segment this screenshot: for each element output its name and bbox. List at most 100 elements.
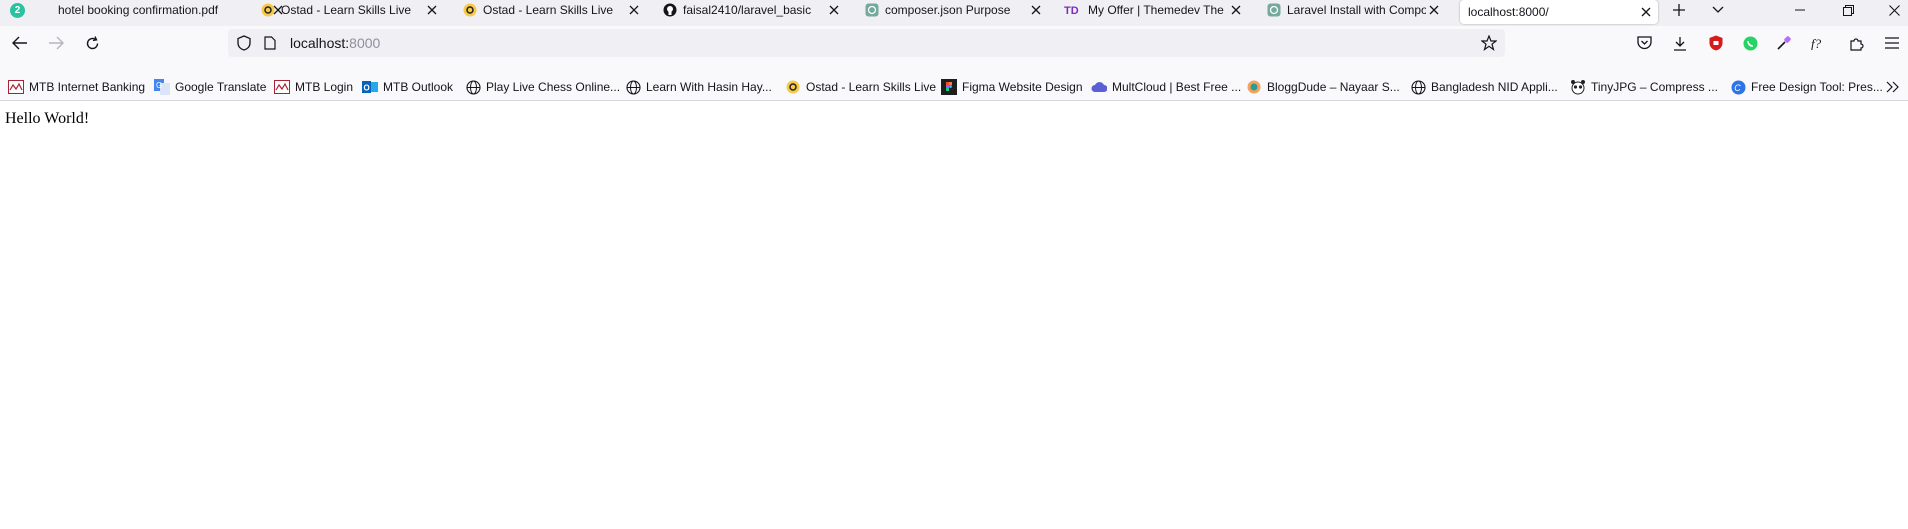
bookmark-bangladesh-nid[interactable]: Bangladesh NID Appli...	[1410, 78, 1558, 96]
globe-icon	[625, 79, 641, 95]
tab-title: Laravel Install with Compo	[1287, 3, 1426, 17]
tab-title: faisal2410/laravel_basic	[683, 3, 812, 17]
globe-icon	[1410, 79, 1426, 95]
hello-text: Hello World!	[5, 110, 90, 127]
tab-themedev[interactable]: TD My Offer | Themedev The B	[1064, 0, 1244, 20]
close-icon[interactable]	[1638, 4, 1654, 20]
bookmark-play-live-chess[interactable]: Play Live Chess Online...	[465, 78, 620, 96]
canva-icon: C	[1730, 79, 1746, 95]
url-host: localhost:	[290, 35, 350, 51]
font-finder-icon[interactable]: f?	[1806, 30, 1834, 56]
tab-ostad-2[interactable]: Ostad - Learn Skills Live	[462, 0, 642, 20]
bookmark-mtb-internet-banking[interactable]: MTB Internet Banking	[8, 78, 145, 96]
navigation-toolbar: localhost: 8000 f?	[0, 26, 1908, 60]
minimize-button[interactable]	[1788, 0, 1812, 20]
close-icon[interactable]	[626, 2, 642, 18]
bookmark-multcloud[interactable]: MultCloud | Best Free ...	[1091, 78, 1241, 96]
bookmark-mtb-outlook[interactable]: O MTB Outlook	[362, 78, 453, 96]
svg-text:O: O	[364, 84, 370, 93]
svg-text:TD: TD	[1064, 5, 1079, 17]
chatgpt-icon	[864, 3, 879, 18]
tab-github[interactable]: faisal2410/laravel_basic	[662, 0, 842, 20]
list-all-tabs-button[interactable]	[1706, 0, 1730, 20]
tab-strip: 2 hotel booking confirmation.pdf Ostad -…	[0, 0, 1908, 26]
whatsapp-icon[interactable]	[1736, 30, 1764, 56]
menu-icon[interactable]	[1878, 30, 1906, 56]
close-icon[interactable]	[826, 2, 842, 18]
bookmark-label: Play Live Chess Online...	[486, 80, 621, 94]
shield-extension-icon[interactable]	[1702, 30, 1730, 56]
tab-localhost[interactable]: localhost:8000/	[1460, 0, 1658, 24]
tab-title: localhost:8000/	[1468, 5, 1549, 19]
tab-composer-json[interactable]: composer.json Purpose	[864, 0, 1044, 20]
downloads-icon[interactable]	[1666, 30, 1694, 56]
close-icon[interactable]	[1426, 2, 1442, 18]
reload-button[interactable]	[78, 30, 106, 56]
bookmark-free-design-tool[interactable]: C Free Design Tool: Pres...	[1730, 78, 1883, 96]
globe-icon	[465, 79, 481, 95]
bookmark-mtb-login[interactable]: MTB Login	[274, 78, 353, 96]
close-window-button[interactable]	[1882, 0, 1906, 20]
ostad-icon	[462, 3, 477, 18]
themedev-icon: TD	[1064, 3, 1082, 18]
bookmark-label: Free Design Tool: Pres...	[1751, 80, 1883, 94]
google-translate-icon: G	[154, 79, 170, 95]
bookmark-label: MultCloud | Best Free ...	[1112, 80, 1242, 94]
tab-title: composer.json Purpose	[885, 3, 1011, 17]
bookmark-label: TinyJPG – Compress ...	[1591, 80, 1718, 94]
address-bar[interactable]: localhost: 8000	[228, 29, 1505, 57]
tab-title: Ostad - Learn Skills Live	[483, 3, 614, 17]
svg-text:f?: f?	[1811, 36, 1822, 50]
figma-icon	[941, 79, 957, 95]
tinyjpg-icon	[1570, 79, 1586, 95]
tab-laravel-install[interactable]: Laravel Install with Compo	[1266, 0, 1442, 20]
multcloud-icon	[1091, 79, 1107, 95]
close-icon[interactable]	[424, 2, 440, 18]
bookmark-bloggdude[interactable]: BloggDude – Nayaar S...	[1246, 78, 1400, 96]
back-button[interactable]	[6, 30, 34, 56]
tab-title: hotel booking confirmation.pdf	[58, 3, 219, 17]
bookmark-google-translate[interactable]: G Google Translate	[154, 78, 266, 96]
restore-button[interactable]	[1836, 0, 1860, 20]
bookmark-label: Ostad - Learn Skills Live	[806, 80, 937, 94]
bookmark-figma-website-design[interactable]: Figma Website Design	[941, 78, 1083, 96]
svg-text:C: C	[1734, 83, 1741, 93]
star-icon[interactable]	[1480, 34, 1498, 56]
tab-title: My Offer | Themedev The B	[1088, 3, 1228, 17]
bookmark-label: MTB Login	[295, 80, 354, 94]
eyedropper-icon[interactable]	[1770, 30, 1798, 56]
bookmark-label: Google Translate	[175, 80, 267, 94]
bookmark-learn-with-hasin[interactable]: Learn With Hasin Hay...	[625, 78, 772, 96]
bookmark-label: BloggDude – Nayaar S...	[1267, 80, 1400, 94]
bookmark-label: Bangladesh NID Appli...	[1431, 80, 1558, 94]
shield-icon[interactable]	[237, 35, 251, 56]
bookmark-tinyjpg[interactable]: TinyJPG – Compress ...	[1570, 78, 1718, 96]
url-port: 8000	[349, 35, 381, 51]
url-text[interactable]: localhost: 8000	[290, 29, 380, 57]
ostad-icon	[260, 3, 275, 18]
forward-button[interactable]	[42, 30, 70, 56]
github-icon	[662, 3, 677, 18]
mtb-icon	[8, 79, 24, 95]
bookmark-label: MTB Internet Banking	[29, 80, 146, 94]
container-badge[interactable]: 2	[10, 3, 25, 18]
tab-title: Ostad - Learn Skills Live	[281, 3, 412, 17]
bookmark-ostad[interactable]: Ostad - Learn Skills Live	[785, 78, 936, 96]
extensions-icon[interactable]	[1842, 30, 1870, 56]
close-icon[interactable]	[1028, 2, 1044, 18]
bookmark-label: Learn With Hasin Hay...	[646, 80, 772, 94]
bookmark-label: Figma Website Design	[962, 80, 1083, 94]
ostad-icon	[785, 79, 801, 95]
bookmarks-overflow-button[interactable]	[1886, 78, 1900, 96]
page-info-icon[interactable]	[264, 36, 276, 55]
close-icon[interactable]	[1228, 2, 1244, 18]
bloggdude-icon	[1246, 79, 1262, 95]
pocket-icon[interactable]	[1630, 30, 1658, 56]
tab-hotel-booking[interactable]: hotel booking confirmation.pdf	[58, 0, 286, 20]
mtb-icon	[274, 79, 290, 95]
bookmarks-toolbar: MTB Internet Banking G Google Translate …	[0, 60, 1908, 101]
tab-ostad-1[interactable]: Ostad - Learn Skills Live	[260, 0, 440, 20]
new-tab-button[interactable]	[1667, 0, 1691, 20]
page-content: Hello World!	[0, 102, 1908, 529]
svg-text:G: G	[156, 81, 162, 90]
